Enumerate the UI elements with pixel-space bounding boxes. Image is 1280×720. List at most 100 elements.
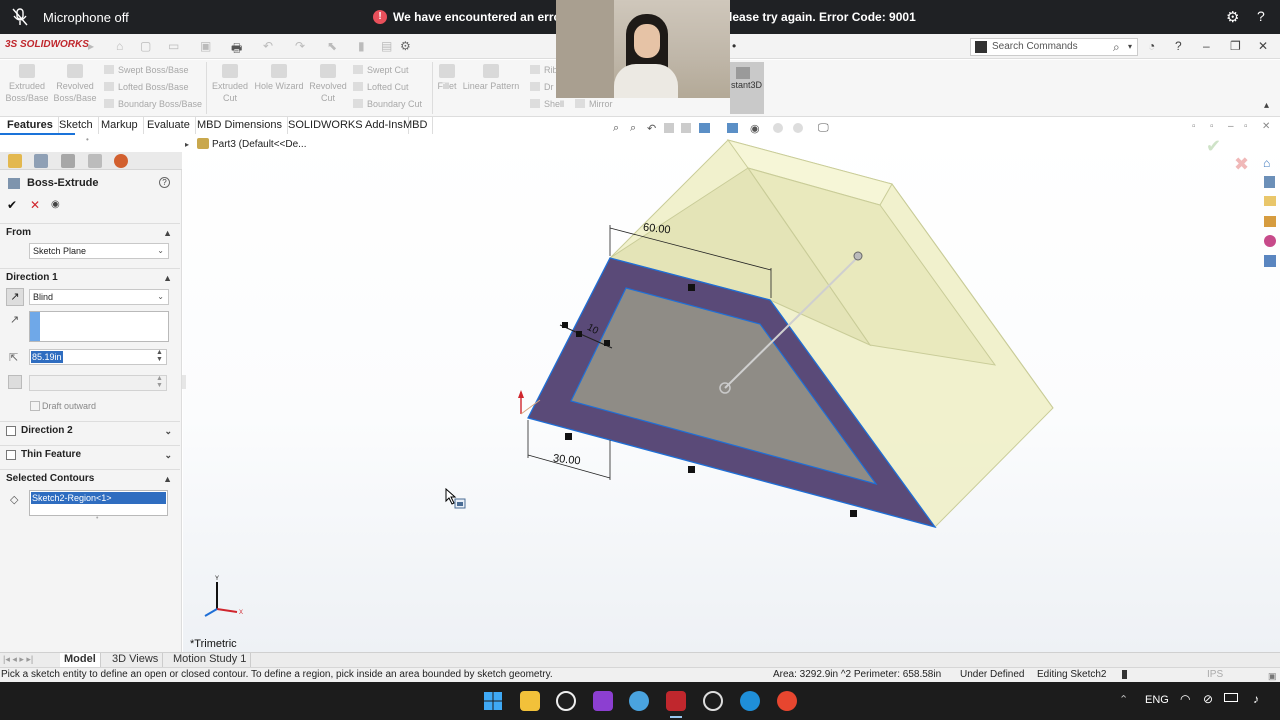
new-document-icon[interactable]: ▢	[140, 39, 151, 53]
direction-selection-box[interactable]	[29, 311, 169, 342]
tab-markup[interactable]: Markup	[96, 117, 144, 134]
search-commands-box[interactable]: Search Commands ⌕	[970, 38, 1138, 56]
draft-toggle-icon[interactable]	[8, 375, 22, 389]
wifi-icon[interactable]: ◠	[1180, 692, 1190, 706]
help-icon[interactable]: ?	[159, 177, 170, 188]
select-icon[interactable]: ⬉	[327, 39, 337, 53]
reverse-direction-icon[interactable]: ↗	[6, 288, 24, 306]
spin-down-icon[interactable]: ▼	[156, 356, 163, 363]
model-geometry[interactable]	[183, 134, 1280, 652]
system-tray-arrow-icon[interactable]: ⌃	[1119, 693, 1128, 706]
grip-point[interactable]	[562, 322, 568, 328]
direction2-section-header[interactable]: Direction 2 ⌄	[0, 421, 180, 439]
rebuild-status-icon[interactable]	[1122, 670, 1127, 679]
file-explorer-taskbar-icon[interactable]	[520, 691, 540, 711]
grip-point[interactable]	[604, 340, 610, 346]
rib-button[interactable]: Rib	[530, 65, 558, 75]
restore-window-icon[interactable]: ❐	[1230, 39, 1241, 53]
draft-button[interactable]: Dr	[530, 82, 554, 92]
doc-restore-icon[interactable]: ▫	[1244, 121, 1248, 132]
save-icon[interactable]: ▣	[200, 39, 211, 53]
panel-grip[interactable]: •	[86, 135, 89, 144]
extruded-cut-button[interactable]: Extruded Cut	[208, 64, 252, 104]
tab-features[interactable]: Features	[2, 117, 59, 134]
section-view-icon[interactable]	[664, 123, 674, 133]
search-magnifier-icon[interactable]: ⌕	[1113, 40, 1120, 55]
dynamic-annotation-icon[interactable]	[681, 123, 691, 133]
help-circle-icon[interactable]: ?	[1175, 39, 1182, 53]
search-dropdown-icon[interactable]: ▾	[1128, 42, 1132, 51]
doc-close-icon[interactable]: ✕	[1262, 121, 1270, 132]
display-manager-icon[interactable]	[114, 154, 128, 168]
spin-down-icon[interactable]: ▼	[156, 382, 163, 389]
grip-point[interactable]	[688, 284, 695, 291]
shell-button[interactable]: Shell	[530, 99, 564, 109]
configuration-manager-icon[interactable]	[61, 154, 75, 168]
instant3d-button[interactable]: stant3D	[730, 62, 764, 114]
boundary-boss-button[interactable]: Boundary Boss/Base	[104, 99, 202, 109]
lofted-boss-button[interactable]: Lofted Boss/Base	[104, 82, 189, 92]
pin-icon[interactable]: •	[732, 39, 736, 53]
selected-contour-item[interactable]: Sketch2-Region<1>	[31, 492, 166, 504]
rebuild-icon[interactable]: ▮	[358, 39, 365, 53]
collapse-caret-icon[interactable]: ▲	[163, 470, 172, 488]
spin-up-icon[interactable]: ▲	[156, 349, 163, 356]
chrome-browser-icon[interactable]	[777, 691, 797, 711]
selected-contours-list[interactable]: Sketch2-Region<1>	[29, 490, 168, 516]
solidworks-logo[interactable]: 3S SOLIDWORKS	[5, 39, 89, 50]
customize-status-icon[interactable]: ▣	[1268, 669, 1277, 683]
undo-icon[interactable]: ↶	[263, 39, 273, 53]
edge-browser-icon[interactable]	[740, 691, 760, 711]
expand-menu-icon[interactable]: ▸	[88, 39, 94, 53]
thin-feature-checkbox[interactable]	[6, 450, 16, 460]
collapse-caret-icon[interactable]: ▲	[163, 269, 172, 287]
collapse-ribbon-icon[interactable]: ▴	[1264, 100, 1269, 111]
swept-boss-button[interactable]: Swept Boss/Base	[104, 65, 189, 75]
doc-minimize-icon[interactable]: –	[1228, 121, 1234, 132]
grip-point[interactable]	[850, 510, 857, 517]
help-icon[interactable]: ?	[1257, 8, 1265, 24]
user-account-icon[interactable]: ◔	[1148, 39, 1155, 53]
print-icon[interactable]: 🖶	[231, 39, 242, 60]
thin-feature-section-header[interactable]: Thin Feature ⌄	[0, 445, 180, 463]
hole-wizard-button[interactable]: Hole Wizard	[252, 64, 306, 92]
unit-system[interactable]: IPS	[1207, 668, 1223, 682]
expand-caret-icon[interactable]: ⌄	[164, 446, 172, 464]
open-folder-icon[interactable]: ▭	[168, 39, 179, 53]
grip-point[interactable]	[576, 331, 582, 337]
fillet-button[interactable]: Fillet	[434, 64, 460, 92]
preview-eye-icon[interactable]: ◉	[51, 199, 60, 210]
options-gear-icon[interactable]: ⚙	[400, 39, 411, 53]
selected-contours-header[interactable]: Selected Contours ▲	[0, 469, 180, 487]
feature-manager-icon[interactable]	[8, 154, 22, 168]
list-resize-grip[interactable]: •	[96, 515, 98, 522]
direction1-section-header[interactable]: Direction 1 ▲	[0, 268, 180, 286]
depth-value[interactable]: 85.19in	[31, 351, 63, 363]
mirror-button[interactable]: Mirror	[575, 99, 613, 109]
from-dropdown[interactable]: Sketch Plane ⌄	[29, 243, 169, 259]
revolved-boss-button[interactable]: Revolved Boss/Base	[52, 64, 98, 104]
expand-caret-icon[interactable]: ⌄	[164, 422, 172, 440]
depth-input[interactable]: 85.19in ▲ ▼	[29, 349, 167, 365]
search-input[interactable]: Search Commands	[992, 41, 1078, 52]
ok-check-icon[interactable]: ✔	[7, 198, 17, 212]
draft-outward-checkbox[interactable]	[30, 401, 40, 411]
tab-3d-views[interactable]: 3D Views	[108, 653, 164, 667]
grip-point[interactable]	[688, 466, 695, 473]
clock-app-icon[interactable]	[703, 691, 723, 711]
swept-cut-button[interactable]: Swept Cut	[353, 65, 409, 75]
edit-appearance-icon[interactable]	[773, 123, 783, 133]
tab-mbd[interactable]: MBD	[398, 117, 434, 134]
tab-scroll-arrows-icon[interactable]: |◂ ◂ ▸ ▸|	[3, 654, 33, 665]
solidworks-taskbar-icon[interactable]	[666, 691, 686, 711]
draft-angle-input[interactable]: ▲ ▼	[29, 375, 167, 391]
boundary-cut-button[interactable]: Boundary Cut	[353, 99, 422, 109]
doc-tile-icon[interactable]: ▫	[1192, 121, 1196, 132]
screen-recorder-icon[interactable]	[593, 691, 613, 711]
tab-evaluate[interactable]: Evaluate	[142, 117, 196, 134]
collapse-caret-icon[interactable]: ▲	[163, 224, 172, 242]
linear-pattern-button[interactable]: Linear Pattern	[462, 64, 520, 92]
windows-start-icon[interactable]	[483, 691, 503, 711]
apply-scene-icon[interactable]	[793, 123, 803, 133]
graphics-viewport[interactable]: ▸ Part3 (Default<<De... ⌕ ⌕ ↶ ◉ 🖵 ▫ ▫ – …	[183, 121, 1280, 652]
